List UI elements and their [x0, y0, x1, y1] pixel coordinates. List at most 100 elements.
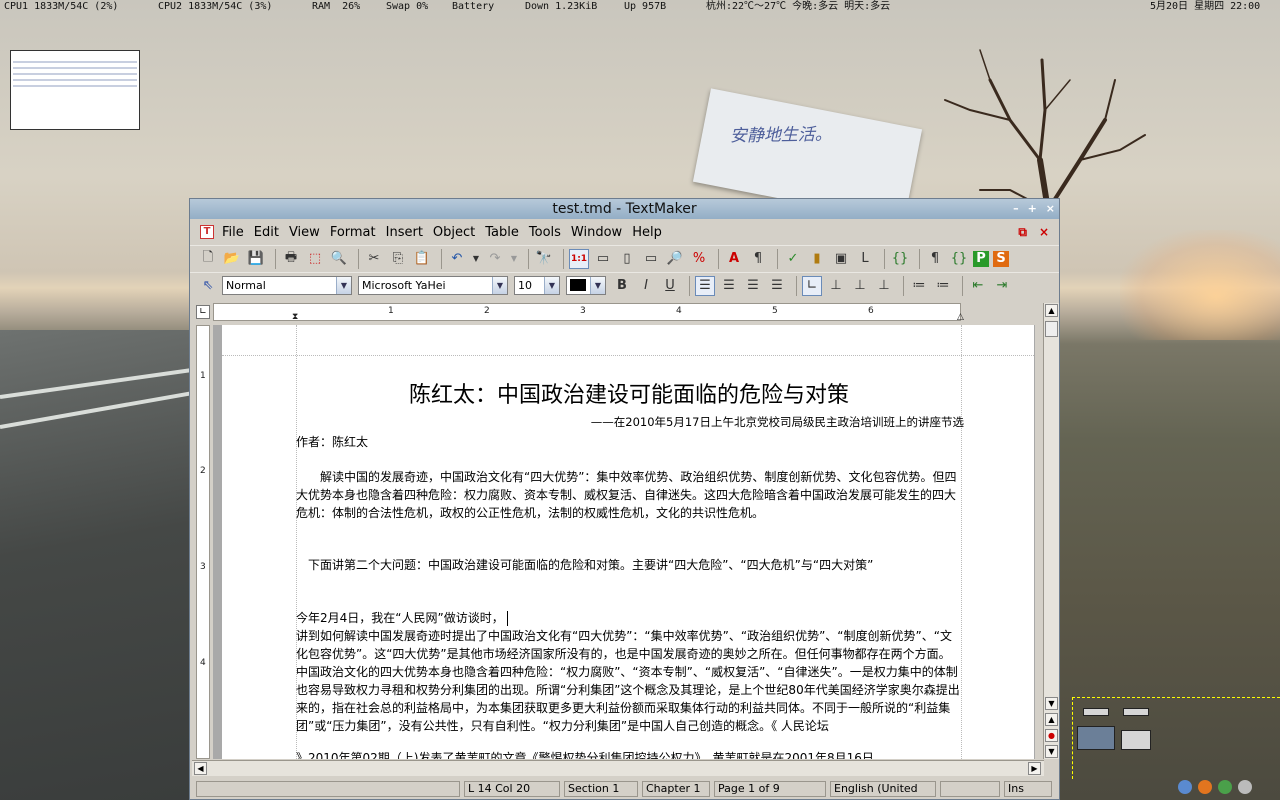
new-document-icon[interactable]: 🗋 [198, 249, 218, 269]
copy-icon[interactable]: ⎘ [388, 249, 408, 269]
pager-desktop[interactable] [1083, 708, 1109, 716]
fields-toggle-icon[interactable]: {} [949, 249, 969, 269]
increase-indent-icon[interactable]: ⇥ [992, 276, 1012, 296]
menu-window[interactable]: Window [571, 225, 622, 240]
bold-icon[interactable]: B [612, 276, 632, 296]
align-center-icon[interactable]: ☰ [719, 276, 739, 296]
spell-check-icon[interactable]: ✓ [783, 249, 803, 269]
horizontal-scrollbar[interactable]: ◀ ▶ [192, 760, 1044, 776]
window-thumbnail[interactable] [10, 50, 140, 130]
menu-help[interactable]: Help [632, 225, 662, 240]
document-page[interactable]: 陈红太：中国政治建设可能面临的危险与对策 ——在2010年5月17日上午北京党校… [222, 325, 1034, 759]
planmaker-icon[interactable]: P [973, 250, 989, 267]
open-folder-icon[interactable]: 📂 [222, 249, 242, 269]
pointer-icon[interactable]: ⇖ [198, 276, 218, 296]
document-area[interactable]: 陈红太：中国政治建设可能面临的危险与对策 ——在2010年5月17日上午北京党校… [213, 325, 1035, 759]
menu-file[interactable]: File [222, 225, 244, 240]
print-icon[interactable]: 🖶 [281, 249, 301, 269]
clock[interactable]: 5月20日 星期四 22:00 [1150, 0, 1260, 13]
italic-icon[interactable]: I [636, 276, 656, 296]
paragraph-format-icon[interactable]: ¶ [748, 249, 768, 269]
undo-icon[interactable]: ↶ [447, 249, 467, 269]
menu-table[interactable]: Table [485, 225, 519, 240]
page-width-icon[interactable]: ▭ [593, 249, 613, 269]
justify-icon[interactable]: ☰ [767, 276, 787, 296]
align-right-icon[interactable]: ☰ [743, 276, 763, 296]
pager-desktop[interactable] [1123, 708, 1149, 716]
numbering-icon[interactable]: ≔ [933, 276, 953, 296]
two-pages-icon[interactable]: ▭ [641, 249, 661, 269]
desktop-pager[interactable] [1072, 697, 1280, 779]
app-icon[interactable]: T [200, 225, 214, 239]
window-titlebar[interactable]: test.tmd - TextMaker – + × [190, 199, 1059, 219]
pager-desktop[interactable] [1121, 730, 1151, 750]
tab-right-icon[interactable]: ⊥ [850, 276, 870, 296]
decrease-indent-icon[interactable]: ⇤ [968, 276, 988, 296]
print-preview-icon[interactable]: 🔍 [329, 249, 349, 269]
text-frame-icon[interactable]: L [855, 249, 875, 269]
text-color-select[interactable]: ▼ [566, 276, 606, 295]
right-indent-marker[interactable]: △ [957, 312, 964, 322]
restore-document-icon[interactable]: ⧉ [1018, 225, 1027, 240]
browse-object-icon[interactable]: ● [1045, 729, 1058, 742]
wifi-icon[interactable] [1238, 780, 1252, 794]
close-document-icon[interactable]: × [1039, 225, 1049, 240]
scroll-thumb[interactable] [1045, 321, 1058, 337]
softmaker-icon[interactable]: S [993, 250, 1009, 267]
next-page-icon[interactable]: ▼ [1045, 745, 1058, 758]
tab-type-corner[interactable]: ∟ [196, 305, 210, 319]
status-insert-mode[interactable]: Ins [1004, 781, 1052, 797]
save-icon[interactable]: 💾 [246, 249, 266, 269]
paste-icon[interactable]: 📋 [412, 249, 432, 269]
object-icon[interactable]: ▣ [831, 249, 851, 269]
vertical-scrollbar[interactable]: ▲ ▼ ▲ ● ▼ [1043, 303, 1059, 759]
undo-dropdown-icon[interactable]: ▼ [471, 249, 481, 269]
menu-tools[interactable]: Tools [529, 225, 561, 240]
firefox-icon[interactable] [1198, 780, 1212, 794]
pager-desktop-active[interactable] [1077, 726, 1115, 750]
chevron-down-icon[interactable]: ▼ [590, 277, 605, 294]
maximize-icon[interactable]: + [1028, 199, 1037, 219]
full-page-icon[interactable]: ▯ [617, 249, 637, 269]
scroll-down-icon[interactable]: ▼ [1045, 697, 1058, 710]
menu-insert[interactable]: Insert [386, 225, 423, 240]
font-select[interactable]: Microsoft YaHei ▼ [358, 276, 508, 295]
zoom-percent-icon[interactable]: % [689, 249, 709, 269]
minimize-icon[interactable]: – [1013, 199, 1019, 219]
style-select[interactable]: Normal ▼ [222, 276, 352, 295]
chevron-down-icon[interactable]: ▼ [492, 277, 507, 294]
bullets-icon[interactable]: ≔ [909, 276, 929, 296]
chart-icon[interactable]: ▮ [807, 249, 827, 269]
network-icon[interactable] [1218, 780, 1232, 794]
redo-dropdown-icon[interactable]: ▼ [509, 249, 519, 269]
field-icon[interactable]: {} [890, 249, 910, 269]
chevron-down-icon[interactable]: ▼ [544, 277, 559, 294]
menu-object[interactable]: Object [433, 225, 475, 240]
size-select[interactable]: 10 ▼ [514, 276, 560, 295]
cut-icon[interactable]: ✂ [364, 249, 384, 269]
redo-icon[interactable]: ↷ [485, 249, 505, 269]
status-language[interactable]: English (United [830, 781, 936, 797]
character-format-icon[interactable]: A [724, 249, 744, 269]
export-pdf-icon[interactable]: ⬚ [305, 249, 325, 269]
menu-format[interactable]: Format [330, 225, 376, 240]
close-icon[interactable]: × [1046, 199, 1055, 219]
scroll-right-icon[interactable]: ▶ [1028, 762, 1041, 775]
menu-view[interactable]: View [289, 225, 320, 240]
scroll-left-icon[interactable]: ◀ [194, 762, 207, 775]
tab-center-icon[interactable]: ⊥ [826, 276, 846, 296]
underline-icon[interactable]: U [660, 276, 680, 296]
zoom-icon[interactable]: 🔎 [665, 249, 685, 269]
align-left-icon[interactable]: ☰ [695, 275, 715, 296]
tab-left-icon[interactable]: ∟ [802, 275, 822, 296]
horizontal-ruler[interactable]: 1 2 3 4 5 6 ⧗ △ [213, 303, 964, 322]
left-indent-marker[interactable]: ⧗ [292, 312, 298, 322]
scroll-up-icon[interactable]: ▲ [1045, 304, 1058, 317]
show-formatting-icon[interactable]: ¶ [925, 249, 945, 269]
find-icon[interactable]: 🔭 [534, 249, 554, 269]
tab-decimal-icon[interactable]: ⊥ [874, 276, 894, 296]
menu-edit[interactable]: Edit [254, 225, 279, 240]
chevron-down-icon[interactable]: ▼ [336, 277, 351, 294]
chat-icon[interactable] [1178, 780, 1192, 794]
vertical-ruler[interactable]: 1 2 3 4 [196, 325, 210, 759]
